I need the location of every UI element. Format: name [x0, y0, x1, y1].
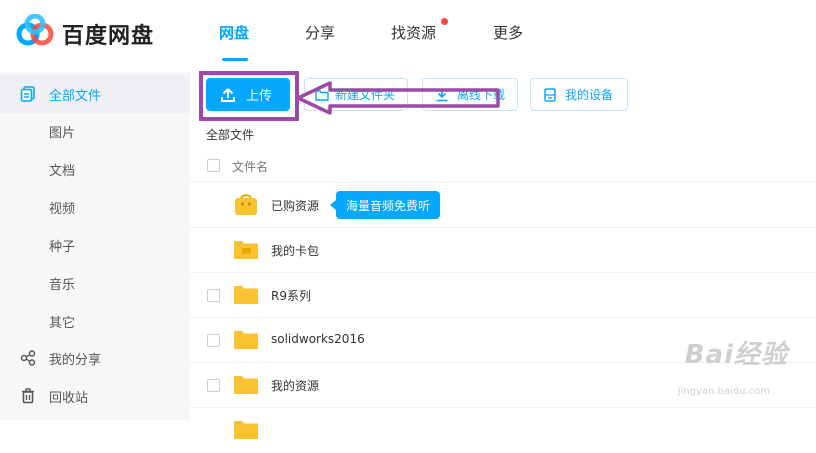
column-header-filename[interactable]: 文件名 [232, 158, 268, 175]
nav-tab-more[interactable]: 更多 [493, 22, 523, 43]
sidebar-item-other[interactable]: 其它 [0, 302, 190, 340]
my-devices-label: 我的设备 [565, 88, 614, 102]
breadcrumb[interactable]: 全部文件 [206, 126, 254, 143]
annotation-arrow-icon [296, 81, 500, 115]
sidebar-item-documents[interactable]: 文档 [0, 150, 190, 188]
baidu-netdisk-logo[interactable] [14, 14, 56, 50]
row-checkbox[interactable] [207, 379, 220, 392]
sidebar-item-label: 种子 [49, 239, 76, 255]
promo-tooltip[interactable]: 海量音频免费听 [329, 191, 441, 219]
sidebar-item-label: 其它 [49, 315, 76, 331]
file-name: 已购资源 [271, 199, 320, 213]
watermark-url: jingyan.baidu.com [677, 386, 770, 397]
files-icon [20, 86, 35, 102]
sidebar-item-music[interactable]: 音乐 [0, 264, 190, 302]
sidebar-item-recycle-bin[interactable]: 回收站 [0, 377, 190, 415]
folder-icon [234, 286, 258, 304]
app-title: 百度网盘 [62, 24, 155, 49]
sidebar-item-label: 回收站 [49, 390, 89, 406]
file-name: 我的资源 [271, 379, 320, 393]
top-bar: 百度网盘 网盘 分享 找资源 更多 [0, 0, 816, 66]
nav-tab-share[interactable]: 分享 [305, 22, 335, 43]
sidebar-item-videos[interactable]: 视频 [0, 188, 190, 226]
sidebar-item-images[interactable]: 图片 [0, 112, 190, 150]
sidebar: 全部文件 图片 文档 视频 种子 音乐 其它 我的分享 回收站 [0, 72, 190, 420]
file-name: R9系列 [271, 289, 311, 303]
active-tab-underline [222, 58, 248, 61]
share-icon [20, 350, 36, 366]
sidebar-item-my-shares[interactable]: 我的分享 [0, 339, 190, 377]
nav-tab-find-resources[interactable]: 找资源 [391, 22, 436, 43]
table-row[interactable]: 已购资源 [190, 183, 816, 228]
sidebar-item-label: 我的分享 [49, 352, 102, 368]
sidebar-item-label: 文档 [49, 163, 76, 179]
baidu-jingyan-watermark: Bai经验 [684, 340, 788, 370]
notification-dot [441, 18, 448, 25]
table-row[interactable]: R9系列 [190, 273, 816, 318]
card-folder-icon [234, 241, 258, 259]
sidebar-item-label: 全部文件 [49, 88, 102, 104]
file-name: solidworks2016 [271, 332, 365, 346]
folder-icon [234, 331, 258, 349]
row-checkbox[interactable] [207, 334, 220, 347]
sidebar-item-all-files[interactable]: 全部文件 [0, 75, 190, 113]
table-row[interactable]: 我的卡包 [190, 228, 816, 273]
sidebar-item-label: 视频 [49, 201, 76, 217]
nav-tab-netdisk[interactable]: 网盘 [219, 22, 249, 43]
sidebar-item-torrents[interactable]: 种子 [0, 226, 190, 264]
device-icon [544, 88, 556, 102]
my-devices-button[interactable]: 我的设备 [530, 78, 628, 111]
table-row[interactable] [190, 408, 816, 453]
sidebar-item-label: 音乐 [49, 277, 76, 293]
folder-icon [234, 376, 258, 394]
row-checkbox[interactable] [207, 289, 220, 302]
select-all-checkbox[interactable] [207, 159, 220, 172]
sidebar-item-label: 图片 [49, 125, 76, 141]
shopping-bag-icon [235, 194, 257, 215]
trash-icon [22, 388, 34, 404]
file-name: 我的卡包 [271, 244, 320, 258]
highlight-box [199, 71, 299, 121]
